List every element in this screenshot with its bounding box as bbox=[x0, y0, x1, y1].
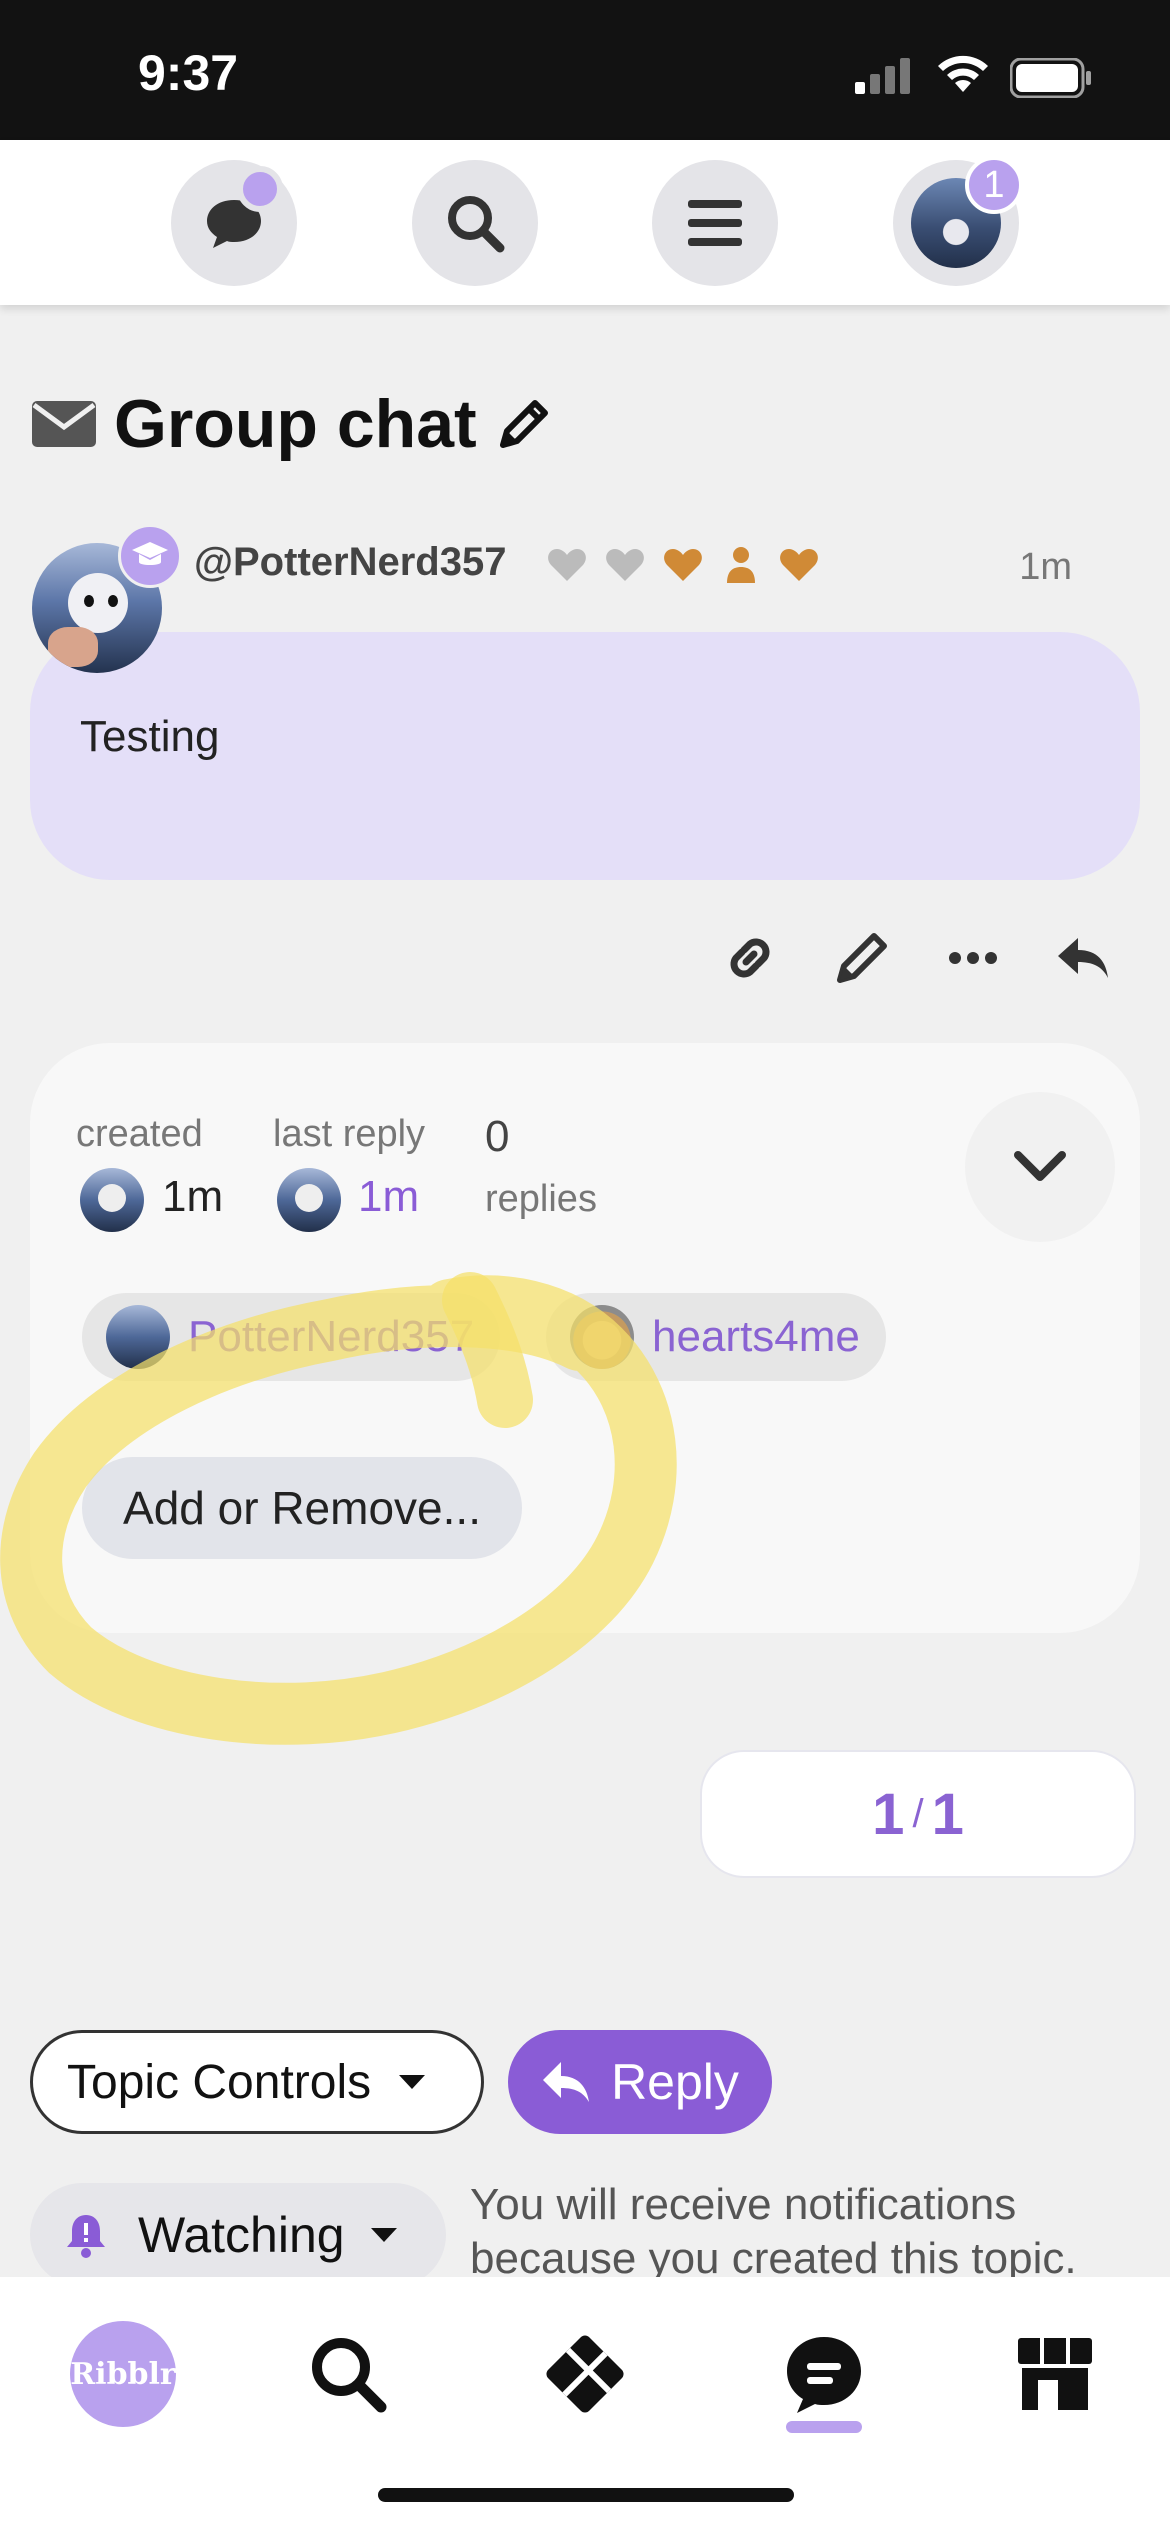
nav-shop[interactable] bbox=[1000, 2319, 1110, 2429]
avatar-eye bbox=[108, 595, 118, 607]
graduation-cap-badge bbox=[118, 524, 182, 588]
add-remove-participants-button[interactable]: Add or Remove... bbox=[82, 1457, 522, 1559]
post-username[interactable]: @PotterNerd357 bbox=[194, 540, 506, 585]
post-time[interactable]: 1m bbox=[1019, 546, 1072, 589]
last-reply-value[interactable]: 1m bbox=[358, 1172, 419, 1222]
heart-icon bbox=[780, 549, 818, 581]
user-avatar-button[interactable]: 1 bbox=[893, 156, 1023, 286]
bell-icon bbox=[67, 2215, 105, 2258]
participant-name: hearts4me bbox=[652, 1312, 860, 1361]
shop-icon bbox=[1018, 2338, 1092, 2410]
chevron-down-icon bbox=[1014, 1151, 1066, 1181]
notification-level-dropdown[interactable]: Watching bbox=[30, 2183, 446, 2287]
wifi-icon bbox=[938, 55, 988, 92]
unread-dot bbox=[237, 166, 283, 212]
envelope-icon bbox=[32, 401, 96, 447]
edit-title-icon[interactable] bbox=[495, 395, 553, 453]
replies-label: replies bbox=[485, 1178, 597, 1220]
progress-separator: / bbox=[912, 1791, 924, 1836]
top-header: 1 bbox=[0, 140, 1170, 305]
cellular-signal-icon bbox=[855, 58, 910, 94]
hamburger-menu-icon bbox=[688, 200, 742, 246]
replies-count: 0 bbox=[485, 1112, 510, 1161]
participant-name: PotterNerd357 bbox=[188, 1312, 475, 1361]
chat-button[interactable] bbox=[171, 160, 297, 286]
search-icon bbox=[448, 196, 505, 253]
ribblr-logo: Ribblr bbox=[70, 2321, 176, 2427]
created-value: 1m bbox=[162, 1172, 224, 1221]
search-icon bbox=[312, 2338, 387, 2413]
user-flair-row bbox=[545, 543, 821, 587]
heart-icon bbox=[664, 549, 702, 581]
reply-label: Reply bbox=[611, 2054, 739, 2110]
graduation-cap-icon bbox=[132, 542, 168, 565]
heart-icon bbox=[606, 549, 644, 581]
page-title: Group chat bbox=[114, 386, 477, 462]
patterns-icon bbox=[546, 2335, 624, 2413]
caret-down-icon bbox=[399, 2075, 426, 2089]
avatar bbox=[106, 1305, 170, 1369]
community-chat-icon bbox=[787, 2337, 861, 2413]
heart-icon bbox=[548, 549, 586, 581]
link-icon[interactable] bbox=[720, 928, 780, 988]
status-bar: 9:37 bbox=[0, 0, 1170, 140]
menu-button[interactable] bbox=[652, 160, 778, 286]
progress-total: 1 bbox=[931, 1781, 964, 1847]
reply-post-icon[interactable] bbox=[1054, 928, 1114, 988]
last-reply-label: last reply bbox=[273, 1113, 426, 1155]
edit-post-icon[interactable] bbox=[832, 928, 892, 988]
reply-icon bbox=[543, 2062, 590, 2102]
caret-down-icon bbox=[370, 2228, 397, 2242]
reply-button[interactable]: Reply bbox=[508, 2030, 772, 2134]
status-time: 9:37 bbox=[138, 45, 239, 101]
watching-label: Watching bbox=[138, 2207, 345, 2263]
topic-controls-dropdown[interactable]: Topic Controls bbox=[30, 2030, 484, 2134]
search-button[interactable] bbox=[412, 160, 538, 286]
topic-title-row: Group chat bbox=[30, 385, 553, 463]
participant-chip[interactable]: hearts4me bbox=[546, 1293, 886, 1381]
last-reply-avatar bbox=[277, 1168, 341, 1232]
avatar-hand bbox=[48, 627, 98, 667]
more-options-icon[interactable] bbox=[943, 928, 1003, 988]
participant-chip[interactable]: PotterNerd357 bbox=[82, 1293, 501, 1381]
person-icon bbox=[727, 547, 755, 583]
nav-search[interactable] bbox=[293, 2319, 403, 2429]
creator-avatar bbox=[80, 1168, 144, 1232]
avatar-eye bbox=[84, 595, 94, 607]
avatar-face bbox=[68, 573, 128, 633]
notification-reason-text: You will receive notifications because y… bbox=[470, 2180, 1077, 2278]
avatar bbox=[570, 1305, 634, 1369]
home-indicator bbox=[378, 2488, 794, 2502]
nav-patterns[interactable] bbox=[530, 2319, 640, 2429]
notification-badge: 1 bbox=[965, 156, 1023, 214]
nav-active-indicator bbox=[786, 2421, 862, 2433]
created-label: created bbox=[76, 1113, 203, 1155]
expand-topic-map-button[interactable] bbox=[965, 1092, 1115, 1242]
topic-controls-label: Topic Controls bbox=[67, 2055, 372, 2109]
battery-icon bbox=[1010, 58, 1091, 98]
post-text: Testing bbox=[80, 712, 220, 761]
nav-community[interactable] bbox=[769, 2319, 879, 2429]
progress-current: 1 bbox=[872, 1781, 905, 1847]
post-progress-indicator[interactable]: 1 / 1 bbox=[700, 1750, 1136, 1878]
nav-home[interactable]: Ribblr bbox=[68, 2319, 178, 2429]
